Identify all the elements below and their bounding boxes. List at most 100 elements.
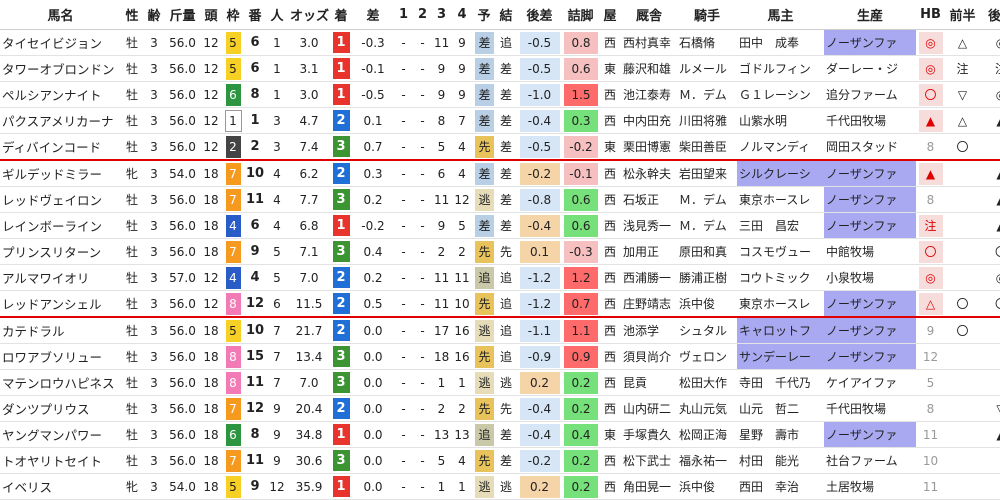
header-cell[interactable]: 着 bbox=[330, 0, 352, 30]
table-row[interactable]: アルマワイオリ牡 3 57.0 12 4 4 5 7.0 2 0.2- -11 11 追追 -1.2 1.2… bbox=[0, 264, 1000, 291]
corner-3-cell: 18 bbox=[432, 343, 451, 370]
hb-mark-cell: ▲ bbox=[916, 160, 945, 187]
header-cell[interactable]: オッズ bbox=[288, 0, 330, 30]
table-row[interactable]: トオヤリトセイト牡 3 56.0 18 7 11 9 30.6 3 0.0- -5 4 先差 -0.2 0.… bbox=[0, 447, 1000, 474]
corner-1-cell: - bbox=[394, 421, 413, 448]
horse-name-cell[interactable]: トオヤリトセイト bbox=[0, 447, 121, 474]
header-cell[interactable]: 1 bbox=[394, 0, 413, 30]
header-cell[interactable]: HB bbox=[916, 0, 945, 30]
second-half-mark-cell bbox=[980, 343, 1000, 370]
horse-name-cell[interactable]: ペルシアンナイト bbox=[0, 81, 121, 108]
corner-2-cell: - bbox=[413, 81, 432, 108]
owner-cell: 村田 能光 bbox=[737, 447, 824, 474]
forecast-style: 差 bbox=[475, 31, 494, 54]
header-cell[interactable]: 斤量 bbox=[165, 0, 200, 30]
header-cell[interactable]: 齢 bbox=[143, 0, 165, 30]
forecast-style: 先 bbox=[475, 449, 494, 472]
corner-2-cell: - bbox=[413, 133, 432, 161]
table-row[interactable]: ロワアブソリュー牡 3 56.0 18 8 15 7 13.4 3 0.0- -18 16 先追 -0.9… bbox=[0, 343, 1000, 370]
horse-name-cell[interactable]: レッドヴェイロン bbox=[0, 186, 121, 213]
table-row[interactable]: レッドヴェイロン牡 3 56.0 18 7 11 4 7.7 3 0.2- -11 12 逃差 -0.8 0… bbox=[0, 186, 1000, 213]
corner-1-cell: - bbox=[394, 133, 413, 161]
table-row[interactable]: ヤングマンパワー牡 3 56.0 18 6 8 9 34.8 1 0.0- -13 13 追差 -0.4 0… bbox=[0, 421, 1000, 448]
table-row[interactable]: ディバインコード牡 3 56.0 12 2 2 3 7.4 3 0.7- -5 4 先差 -0.5 -0.2… bbox=[0, 133, 1000, 161]
header-cell[interactable]: 番 bbox=[244, 0, 266, 30]
table-row[interactable]: レインボーライン牡 3 56.0 18 4 6 4 6.8 1 -0.2- -9 5 差差 -0.4 0.6… bbox=[0, 212, 1000, 239]
table-row[interactable]: カテドラル牡 3 56.0 18 5 10 7 21.7 2 0.0- -17 16 逃追 -1.1 1.1… bbox=[0, 317, 1000, 344]
header-cell[interactable]: 厩舎 bbox=[621, 0, 677, 30]
header-cell[interactable]: 枠 bbox=[222, 0, 244, 30]
finish-badge: 2 bbox=[332, 267, 350, 288]
header-cell[interactable]: 3 bbox=[432, 0, 451, 30]
horse-number-cell: 9 bbox=[244, 238, 266, 265]
closing-leg: 0.2 bbox=[564, 371, 598, 394]
horse-name-cell[interactable]: ギルデッドミラー bbox=[0, 160, 121, 187]
horse-name-cell[interactable]: レッドアンシェル bbox=[0, 290, 121, 318]
horse-name-cell[interactable]: カテドラル bbox=[0, 317, 121, 344]
forecast-style-cell: 逃 bbox=[473, 317, 495, 344]
horse-name-cell[interactable]: ダンツプリウス bbox=[0, 395, 121, 422]
table-row[interactable]: ダンツプリウス牡 3 56.0 18 7 12 9 20.4 2 0.0- -2 2 先先 -0.4 0.2… bbox=[0, 395, 1000, 422]
horse-name-cell[interactable]: タワーオブロンドン bbox=[0, 55, 121, 82]
hb-mark: 9 bbox=[926, 323, 935, 338]
header-cell[interactable]: 馬名 bbox=[0, 0, 121, 30]
table-row[interactable]: タイセイビジョン牡 3 56.0 12 5 6 1 3.0 1 -0.3- -11 9 差追 -0.5 0.… bbox=[0, 29, 1000, 56]
late-diff-cell: -1.2 bbox=[517, 264, 562, 291]
table-row[interactable]: マテンロウハピネス牡 3 56.0 18 8 11 7 7.0 3 0.0- -1 1 逃逃 0.2 0.2… bbox=[0, 369, 1000, 396]
header-cell[interactable]: 後半 bbox=[980, 0, 1000, 30]
horse-name-cell[interactable]: ヤングマンパワー bbox=[0, 421, 121, 448]
popularity-cell: 4 bbox=[266, 212, 288, 239]
header-cell[interactable]: 馬主 bbox=[737, 0, 824, 30]
horse-name-cell[interactable]: パクスアメリカーナ bbox=[0, 107, 121, 134]
header-cell[interactable]: 予 bbox=[473, 0, 495, 30]
hb-mark: ▲ bbox=[918, 109, 943, 132]
sex-cell: 牡 bbox=[121, 133, 143, 161]
hb-mark-cell: 12 bbox=[916, 343, 945, 370]
table-row[interactable]: パクスアメリカーナ牡 3 56.0 12 1 1 3 4.7 2 0.1- -8 7 差差 -0.4 0.3… bbox=[0, 107, 1000, 134]
horse-name-cell[interactable]: マテンロウハピネス bbox=[0, 369, 121, 396]
corner-2-cell: - bbox=[413, 421, 432, 448]
header-cell[interactable]: 4 bbox=[451, 0, 473, 30]
late-diff: 0.2 bbox=[519, 371, 560, 394]
header-cell[interactable]: 生産 bbox=[824, 0, 916, 30]
corner-3-cell: 13 bbox=[432, 421, 451, 448]
header-cell[interactable]: 後差 bbox=[517, 0, 562, 30]
header-cell[interactable]: 性 bbox=[121, 0, 143, 30]
header-cell[interactable]: 結 bbox=[495, 0, 517, 30]
sex-cell: 牡 bbox=[121, 343, 143, 370]
finish-badge: 1 bbox=[332, 32, 350, 53]
horse-name-cell[interactable]: ディバインコード bbox=[0, 133, 121, 161]
late-diff: -0.4 bbox=[519, 214, 560, 237]
table-row[interactable]: イベリス牝 3 54.0 18 5 9 12 35.9 1 0.0- -1 1 逃逃 0.2 0.2 西角田晃… bbox=[0, 473, 1000, 500]
table-row[interactable]: プリンスリターン牡 3 56.0 18 7 9 5 7.1 3 0.4- -2 2 先先 0.1 -0.3 西… bbox=[0, 238, 1000, 265]
header-cell[interactable]: 詰脚 bbox=[562, 0, 599, 30]
corner-3-cell: 11 bbox=[432, 29, 451, 56]
table-row[interactable]: ペルシアンナイト牡 3 56.0 12 6 8 1 3.0 1 -0.5- -9 9 差差 -1.0 1.5… bbox=[0, 81, 1000, 108]
table-row[interactable]: レッドアンシェル牡 3 56.0 12 8 12 6 11.5 2 0.5- -11 10 先追 -1.2… bbox=[0, 290, 1000, 318]
sex-cell: 牡 bbox=[121, 290, 143, 318]
corner-3-cell: 5 bbox=[432, 447, 451, 474]
hb-mark-cell: 11 bbox=[916, 421, 945, 448]
hb-mark: 注 bbox=[918, 214, 943, 237]
header-cell[interactable]: 屋 bbox=[599, 0, 621, 30]
first-half-mark-cell bbox=[945, 343, 980, 370]
horse-name-cell[interactable]: レインボーライン bbox=[0, 212, 121, 239]
horse-name-cell[interactable]: プリンスリターン bbox=[0, 238, 121, 265]
closing-leg: -0.3 bbox=[564, 240, 598, 263]
closing-leg: 0.4 bbox=[564, 423, 598, 446]
header-cell[interactable]: 頭 bbox=[200, 0, 222, 30]
horse-name-cell[interactable]: ロワアブソリュー bbox=[0, 343, 121, 370]
field-size-cell: 12 bbox=[200, 81, 222, 108]
horse-name-cell[interactable]: アルマワイオリ bbox=[0, 264, 121, 291]
header-cell[interactable]: 差 bbox=[352, 0, 394, 30]
header-cell[interactable]: 騎手 bbox=[677, 0, 737, 30]
table-row[interactable]: タワーオブロンドン牡 3 56.0 12 5 6 1 3.1 1 -0.1- -9 9 差差 -0.5 0.… bbox=[0, 55, 1000, 82]
horse-name-cell[interactable]: イベリス bbox=[0, 473, 121, 500]
header-cell[interactable]: 2 bbox=[413, 0, 432, 30]
header-cell[interactable]: 前半 bbox=[945, 0, 980, 30]
table-row[interactable]: ギルデッドミラー牝 3 54.0 18 7 10 4 6.2 2 0.3- -6 4 差差 -0.2 -0.… bbox=[0, 160, 1000, 187]
result-style-cell: 先 bbox=[495, 395, 517, 422]
forecast-style: 差 bbox=[475, 83, 494, 106]
horse-name-cell[interactable]: タイセイビジョン bbox=[0, 29, 121, 56]
header-cell[interactable]: 人 bbox=[266, 0, 288, 30]
